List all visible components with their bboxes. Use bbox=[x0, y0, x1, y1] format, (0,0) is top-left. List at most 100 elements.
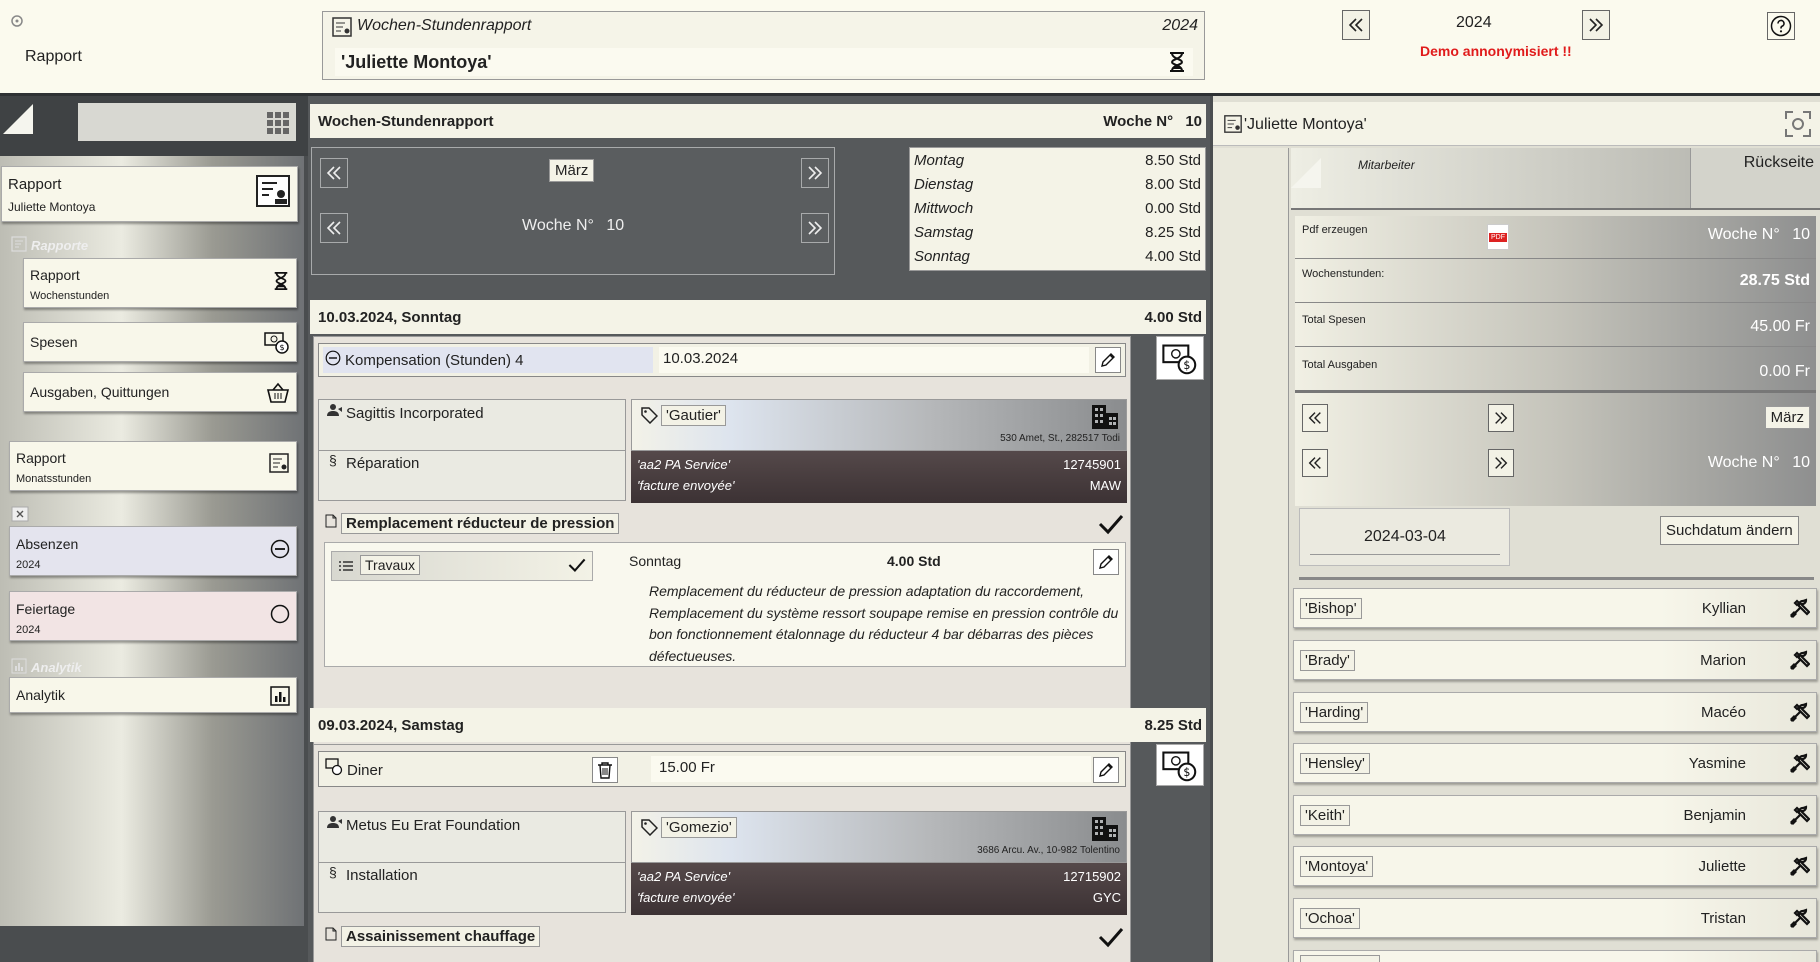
add-expense-button[interactable]: $ bbox=[1156, 744, 1204, 786]
employee-row[interactable]: 'Montoya' Juliette bbox=[1293, 846, 1817, 886]
summary-day: Sonntag bbox=[914, 248, 970, 265]
top-bar: Rapport Wochen-Stundenrapport 2024 'Juli… bbox=[0, 0, 1820, 96]
divider bbox=[1295, 346, 1816, 347]
panel-title-bar: 'Juliette Montoya' bbox=[1213, 102, 1820, 146]
tools-icon[interactable] bbox=[1788, 753, 1810, 775]
job-title[interactable]: Remplacement réducteur de pression bbox=[341, 513, 620, 534]
employee-row[interactable]: 'Bishop' Kyllian bbox=[1293, 588, 1817, 628]
absence-section-icon bbox=[11, 506, 29, 522]
tag-label[interactable]: 'Gautier' bbox=[661, 405, 726, 426]
pencil-icon bbox=[1099, 763, 1113, 777]
next-month-button[interactable] bbox=[801, 158, 829, 188]
sidebar-item-spesen[interactable]: Spesen $ bbox=[23, 322, 297, 362]
tools-icon[interactable] bbox=[1788, 650, 1810, 672]
pdf-button[interactable]: PDF bbox=[1487, 224, 1509, 250]
divider bbox=[319, 450, 625, 451]
item-title: Rapport bbox=[16, 450, 66, 466]
invoice-block: 'aa2 PA Service' 12715902 'facture envoy… bbox=[631, 863, 1127, 915]
corner-toggle-icon[interactable] bbox=[3, 104, 33, 134]
hourglass-icon[interactable] bbox=[1167, 51, 1187, 73]
prev-month-button[interactable] bbox=[1302, 404, 1328, 432]
money-icon: $ bbox=[1162, 751, 1197, 782]
tag-icon bbox=[640, 406, 658, 424]
edit-button[interactable] bbox=[1093, 757, 1119, 783]
customer-icon bbox=[327, 815, 343, 829]
grid-icon[interactable] bbox=[266, 111, 290, 135]
trash-icon bbox=[598, 762, 612, 779]
sidebar-main-card[interactable]: Rapport Juliette Montoya bbox=[1, 166, 298, 222]
company-address: 530 Amet, St., 282517 Todi bbox=[1000, 433, 1120, 444]
tag-label[interactable]: 'Gomezio' bbox=[661, 817, 737, 838]
next-year-button[interactable] bbox=[1582, 10, 1610, 40]
prev-week-button[interactable] bbox=[320, 213, 348, 243]
summary-row: Montag 8.50 Std bbox=[914, 152, 1201, 169]
prev-year-button[interactable] bbox=[1342, 10, 1370, 40]
prev-week-button[interactable] bbox=[1302, 449, 1328, 477]
employee-row[interactable]: 'Hensley' Yasmine bbox=[1293, 743, 1817, 783]
sidebar-item-absenzen[interactable]: Absenzen 2024 bbox=[9, 526, 297, 576]
item-subtitle: 2024 bbox=[16, 624, 41, 636]
next-month-button[interactable] bbox=[1488, 404, 1514, 432]
search-date: 2024-03-04 bbox=[1364, 528, 1446, 545]
week-indicator: Woche N° 10 bbox=[1103, 113, 1202, 130]
summary-day: Mittwoch bbox=[914, 200, 974, 217]
next-week-button[interactable] bbox=[801, 213, 829, 243]
add-expense-button[interactable]: $ bbox=[1156, 336, 1204, 380]
employee-row[interactable]: 'Harding' Macéo bbox=[1293, 692, 1817, 732]
company-name: Metus Eu Erat Foundation bbox=[346, 817, 521, 834]
double-chevron-right-icon bbox=[808, 166, 823, 180]
summary-hours: 8.25 Std bbox=[1145, 224, 1201, 241]
sidebar-item-ausgaben[interactable]: Ausgaben, Quittungen bbox=[23, 372, 297, 412]
rapporte-section-icon bbox=[11, 236, 27, 252]
expense-icon bbox=[325, 758, 343, 776]
rueckseite-button[interactable]: Rückseite bbox=[1690, 148, 1820, 208]
next-week-button[interactable] bbox=[1488, 449, 1514, 477]
work-type-field[interactable]: Travaux bbox=[331, 551, 593, 581]
invoice-status: 'facture envoyée' bbox=[637, 478, 735, 493]
ausgaben-label: Total Ausgaben bbox=[1302, 359, 1378, 371]
item-title: Analytik bbox=[16, 687, 66, 703]
svg-text:$: $ bbox=[1183, 766, 1190, 779]
change-search-date-button[interactable]: Suchdatum ändern bbox=[1660, 516, 1799, 545]
prev-month-button[interactable] bbox=[320, 158, 348, 188]
edit-button[interactable] bbox=[1093, 549, 1119, 575]
employee-row[interactable]: 'Brady' Marion bbox=[1293, 640, 1817, 680]
summary-hours: 4.00 Std bbox=[1145, 248, 1201, 265]
sidebar-item-rapport-monatsstunden[interactable]: Rapport Monatsstunden bbox=[9, 441, 297, 491]
search-date-field[interactable]: 2024-03-04 bbox=[1299, 508, 1510, 566]
employee-row[interactable]: 'Ochoa' Tristan bbox=[1293, 898, 1817, 938]
expense-title: Diner bbox=[347, 762, 383, 779]
employee-row-partial[interactable] bbox=[1293, 950, 1817, 962]
tools-icon[interactable] bbox=[1788, 598, 1810, 620]
delete-button[interactable] bbox=[592, 757, 618, 783]
sidebar-item-feiertage[interactable]: Feiertage 2024 bbox=[9, 591, 297, 641]
tools-icon[interactable] bbox=[1788, 908, 1810, 930]
mitarbeiter-label: Mitarbeiter bbox=[1358, 158, 1415, 172]
panel-header: Mitarbeiter Rückseite bbox=[1291, 148, 1820, 210]
sidebar-item-rapport-wochenstunden[interactable]: Rapport Wochenstunden bbox=[23, 258, 297, 308]
tools-icon[interactable] bbox=[1788, 856, 1810, 878]
employee-first-name: Yasmine bbox=[1688, 755, 1746, 772]
pa-number: 12745901 bbox=[1063, 457, 1121, 472]
corner-toggle-icon[interactable] bbox=[1291, 158, 1321, 188]
wochenstunden-label: Wochenstunden: bbox=[1302, 268, 1385, 280]
rapporte-section-label: Rapporte bbox=[31, 238, 89, 253]
summary-hours: 8.00 Std bbox=[1145, 176, 1201, 193]
sidebar-search-area[interactable] bbox=[78, 103, 296, 141]
report-title-bar: Wochen-Stundenrapport Woche N° 10 bbox=[310, 104, 1206, 138]
fullscreen-icon[interactable] bbox=[1784, 110, 1812, 138]
summary-row: Mittwoch 0.00 Std bbox=[914, 200, 1201, 217]
employee-last-name: 'Brady' bbox=[1300, 650, 1355, 671]
edit-button[interactable] bbox=[1095, 347, 1121, 373]
paragraph-icon: § bbox=[329, 452, 337, 468]
tools-icon[interactable] bbox=[1788, 805, 1810, 827]
person-name: 'Juliette Montoya' bbox=[341, 52, 492, 72]
help-button[interactable] bbox=[1767, 12, 1795, 40]
job-title[interactable]: Assainissement chauffage bbox=[341, 926, 541, 947]
app-logo-icon[interactable] bbox=[10, 14, 24, 28]
employee-row[interactable]: 'Keith' Benjamin bbox=[1293, 795, 1817, 835]
sidebar: Rapport Juliette Montoya Rapporte Rappor… bbox=[0, 156, 304, 926]
expense-entry: Diner 15.00 Fr bbox=[318, 751, 1126, 787]
tools-icon[interactable] bbox=[1788, 702, 1810, 724]
sidebar-item-analytik[interactable]: Analytik bbox=[9, 677, 297, 713]
